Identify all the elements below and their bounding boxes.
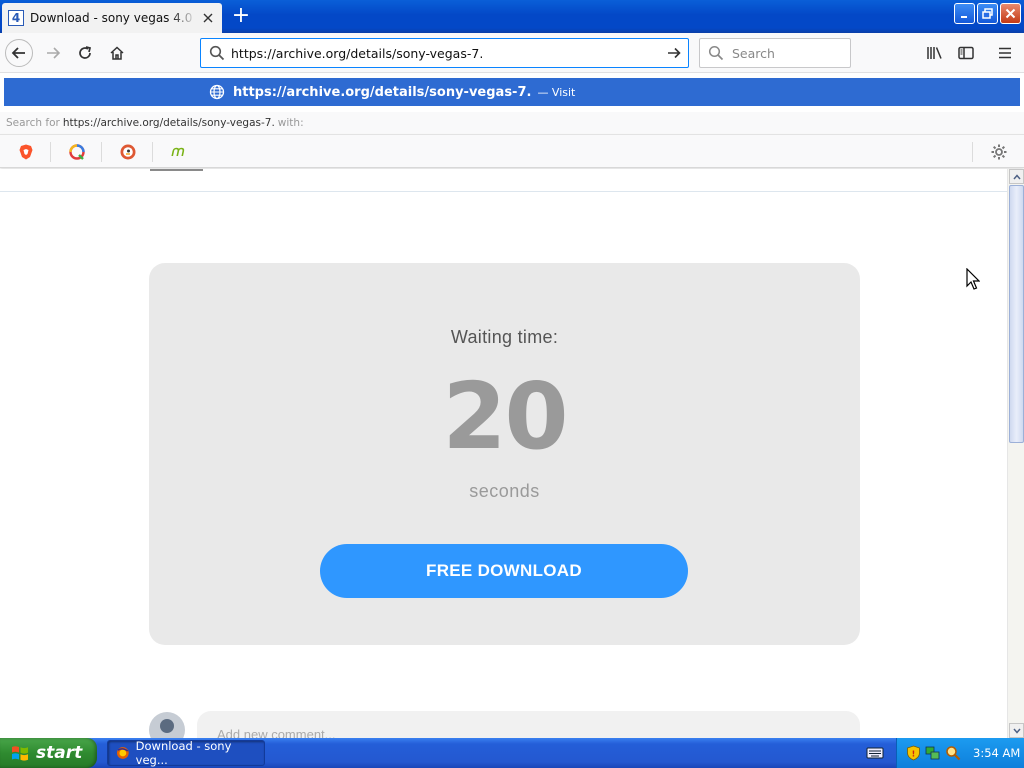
go-arrow-icon [668,47,681,59]
visit-label: — Visit [537,85,576,99]
back-arrow-icon [11,47,25,59]
separator [101,142,102,162]
system-tray: ! 3:54 AM [896,738,1024,768]
clock: 3:54 AM [973,746,1021,760]
search-for-row: Search for https://archive.org/details/s… [0,112,1024,134]
scroll-down-button[interactable] [1009,723,1024,738]
search-input[interactable] [732,45,842,61]
qwant-icon [69,144,85,160]
close-icon [1005,8,1016,19]
library-button[interactable] [921,39,949,67]
engine-duckduckgo[interactable] [117,141,139,163]
url-suggestion-row[interactable]: https://archive.org/details/sony-vegas-7… [4,78,1020,106]
scroll-up-button[interactable] [1009,169,1024,184]
minimize-icon [960,15,967,18]
taskbar-window-item[interactable]: Download - sony veg... [107,739,265,767]
menu-button[interactable] [991,39,1019,67]
magnifier-tool-icon[interactable] [945,745,961,761]
sidebar-button[interactable] [952,39,980,67]
scroll-down-arrow-icon [1012,728,1021,734]
sidebar-icon [958,46,974,60]
suggestion-url: https://archive.org/details/sony-vegas-7… [233,84,532,100]
taskbar: start Download - sony veg... ! 3:54 AM [0,738,1024,768]
countdown-number: 20 [442,363,568,470]
network-icon[interactable] [925,745,941,761]
svg-text:!: ! [911,750,915,759]
separator [50,142,51,162]
security-shield-icon[interactable]: ! [905,745,921,761]
gear-icon [991,144,1007,160]
search-icon [708,45,724,61]
engine-brave[interactable] [15,141,37,163]
engine-mojeek[interactable] [168,141,190,163]
mojeek-icon [171,147,185,156]
browser-app-icon [116,747,129,759]
scroll-thumb[interactable] [1009,185,1024,443]
forward-button[interactable] [39,39,67,67]
countdown-unit: seconds [469,481,540,501]
separator [972,142,973,162]
avatar [149,712,185,738]
reload-icon [79,46,92,59]
close-tab-icon[interactable] [200,10,216,26]
home-icon [110,46,124,60]
address-bar[interactable]: https://archive.org/details/sony-vegas-7… [200,38,689,68]
go-button[interactable] [660,39,688,67]
search-for-suffix: with: [277,117,304,129]
start-button[interactable]: start [0,738,97,768]
new-tab-button[interactable]: + [230,5,252,28]
start-label: start [36,743,83,763]
duckduckgo-icon [120,144,136,160]
keyboard-icon[interactable] [866,745,884,761]
windows-flag-icon [12,746,28,761]
comment-input[interactable]: Add new comment... [197,711,860,738]
restore-icon [982,8,993,19]
search-engines-row [0,134,1024,168]
waiting-card: Waiting time: 20 seconds FREE DOWNLOAD [149,263,860,645]
scroll-up-arrow-icon [1012,173,1021,179]
tab-title: Download - sony vegas 4.0 - Download [30,11,196,25]
site-favicon-icon: 4 [8,10,24,26]
browser-tab[interactable]: 4 Download - sony vegas 4.0 - Download [2,3,222,33]
minimize-button[interactable] [954,3,975,24]
library-icon [927,47,942,59]
search-icon [209,45,225,61]
page-tab-indicator [150,169,203,171]
user-avatar-icon [160,719,174,733]
search-settings-button[interactable] [988,141,1010,163]
close-window-button[interactable] [1000,3,1021,24]
home-button[interactable] [103,39,131,67]
forward-arrow-icon [47,47,61,59]
brave-lion-icon [19,144,33,160]
engine-qwant[interactable] [66,141,88,163]
vertical-scrollbar[interactable] [1007,169,1024,738]
reload-button[interactable] [71,39,99,67]
waiting-time-label: Waiting time: [450,327,559,347]
page-divider [0,191,1007,192]
restore-button[interactable] [977,3,998,24]
page-content: Waiting time: 20 seconds FREE DOWNLOAD A… [0,169,1007,738]
search-for-url: https://archive.org/details/sony-vegas-7… [62,117,275,129]
hamburger-menu-icon [999,47,1011,59]
globe-icon [209,84,225,100]
navigation-toolbar: https://archive.org/details/sony-vegas-7… [0,33,1024,73]
window-controls [954,3,1021,24]
mouse-cursor-icon [966,268,980,290]
search-box[interactable] [699,38,851,68]
separator [152,142,153,162]
taskbar-window-title: Download - sony veg... [135,739,232,767]
search-for-prefix: Search for [6,117,60,129]
address-input[interactable]: https://archive.org/details/sony-vegas-7… [231,46,660,61]
title-bar: 4 Download - sony vegas 4.0 - Download + [0,0,1024,33]
free-download-button[interactable]: FREE DOWNLOAD [320,544,688,598]
back-button[interactable] [5,39,33,67]
